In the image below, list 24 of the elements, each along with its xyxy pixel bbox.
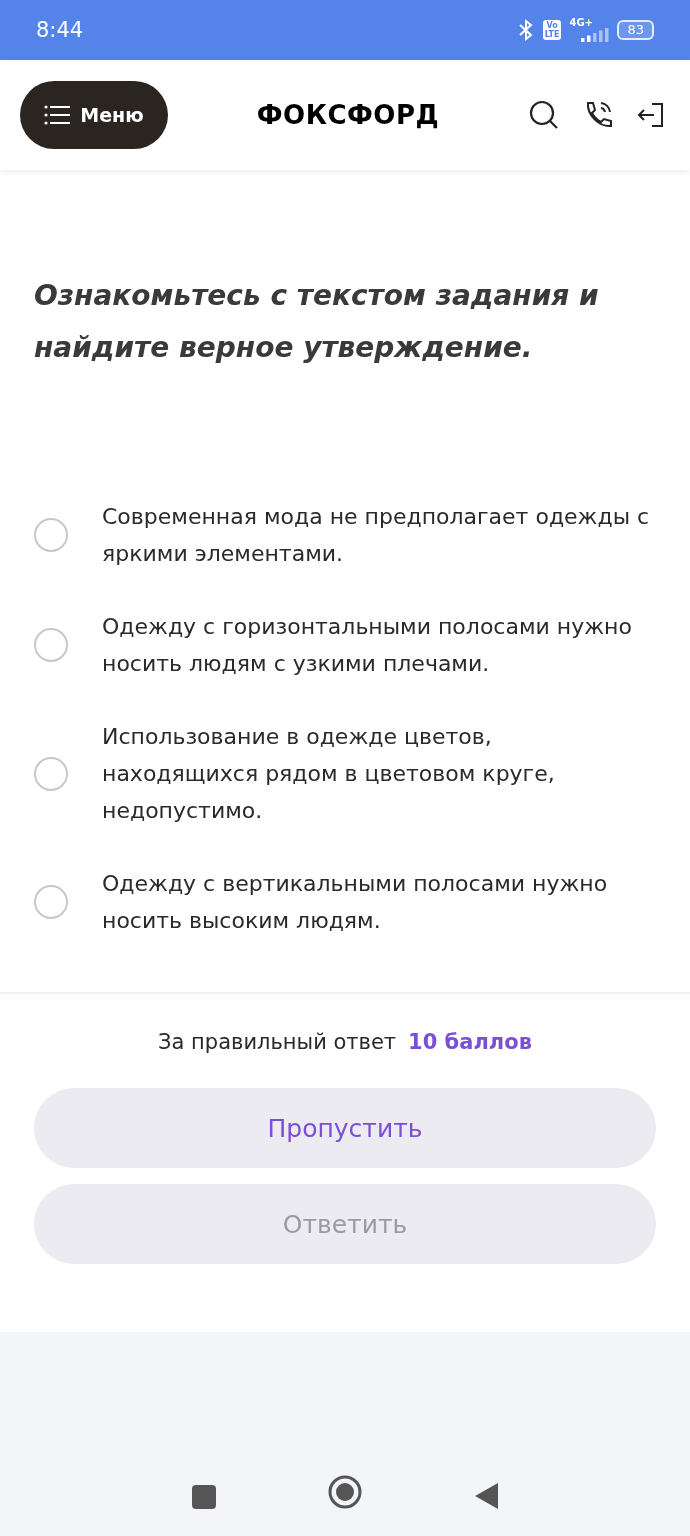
points-label: За правильный ответ: [158, 1030, 397, 1054]
battery-indicator: 83: [617, 20, 654, 40]
home-icon[interactable]: [327, 1474, 363, 1510]
skip-button[interactable]: Пропустить: [34, 1088, 656, 1168]
network-type: 4G+: [569, 18, 593, 28]
option-text[interactable]: Одежду с вертикальными полосами нужно носить высоким людям.: [102, 865, 654, 939]
recent-apps-icon[interactable]: [191, 1484, 217, 1510]
radio-button[interactable]: [34, 628, 68, 662]
radio-button[interactable]: [34, 518, 68, 552]
menu-button[interactable]: Меню: [20, 81, 168, 149]
search-icon[interactable]: [528, 99, 560, 131]
menu-icon: [44, 105, 71, 125]
option-text[interactable]: Одежду с горизонтальными полосами нужно носить людям с узкими плечами.: [102, 608, 654, 682]
volte-badge: Vo LTE: [542, 20, 562, 40]
points-value: 10 баллов: [408, 1030, 532, 1054]
logo[interactable]: ФОКСФОРД: [168, 100, 528, 130]
radio-button[interactable]: [34, 756, 68, 791]
option-text[interactable]: Современная мода не предполагает одежды с яркими элементами.: [102, 498, 654, 572]
option-text[interactable]: Использование в одежде цветов, находящихся рядом в цветовом круге, недопустимо.: [102, 718, 654, 829]
clock: 8:44: [36, 18, 84, 42]
radio-button[interactable]: [34, 885, 68, 919]
logout-icon[interactable]: [636, 100, 666, 130]
back-icon[interactable]: [473, 1482, 499, 1510]
task-instruction: Ознакомьтесь с текстом задания и найдите верное утверждение.: [34, 278, 600, 366]
